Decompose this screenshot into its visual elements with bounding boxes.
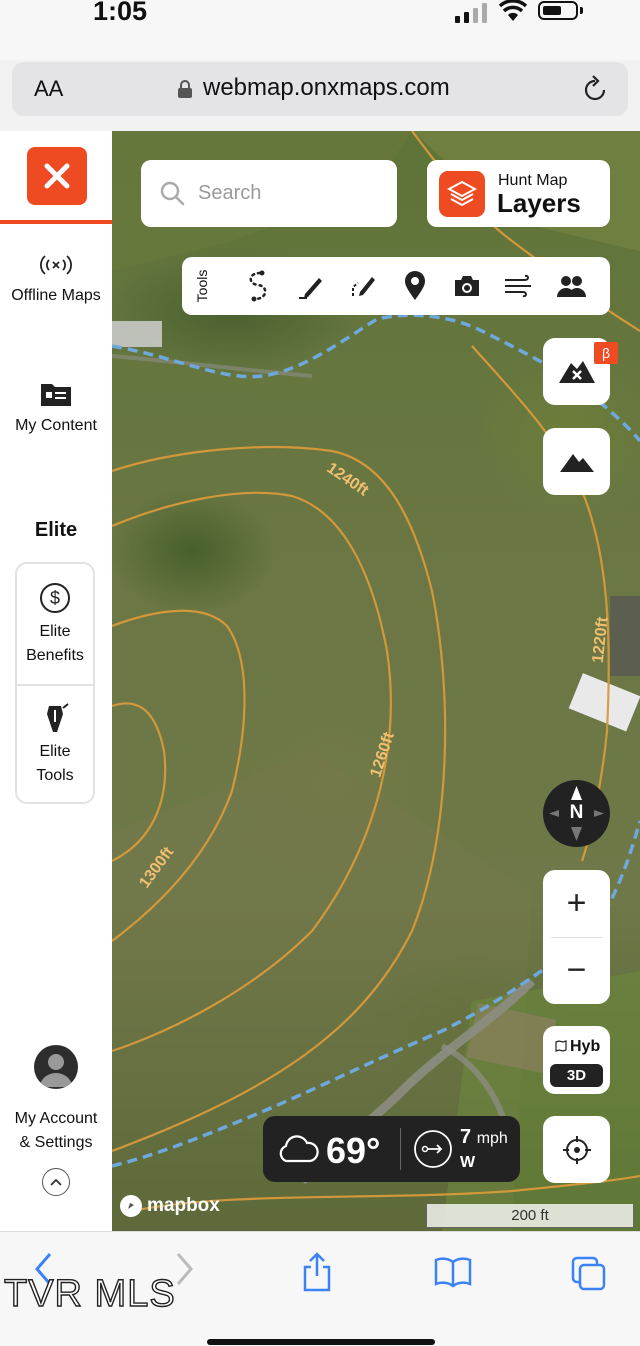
locate-me-button[interactable] <box>543 1116 610 1183</box>
layers-icon <box>439 171 485 217</box>
search-icon <box>160 181 185 206</box>
draw-area-button[interactable] <box>348 270 380 302</box>
map-pin-icon <box>405 271 425 300</box>
wind-direction: W <box>460 1154 476 1171</box>
search-input[interactable]: Search <box>141 160 397 227</box>
sidebar-item-label: My Content <box>15 417 97 434</box>
sidebar-item-label: My Account <box>14 1110 98 1127</box>
wifi-icon <box>498 0 528 21</box>
basemap-label: Hyb <box>570 1038 601 1055</box>
basemap-button[interactable]: Hyb 3D <box>543 1026 610 1094</box>
status-time: 1:05 <box>93 0 148 26</box>
sidebar-item-label: Elite <box>39 623 71 640</box>
tools-toolbar: Tools <box>182 257 610 315</box>
pencil-icon <box>299 278 322 299</box>
crosshair-icon <box>562 1135 591 1164</box>
sidebar-item-offline-maps[interactable]: Offline Maps <box>0 253 112 305</box>
map-icon <box>555 1040 567 1052</box>
wind-icon <box>505 274 531 298</box>
multitool-icon <box>47 703 69 732</box>
tabs-icon[interactable] <box>571 1256 607 1292</box>
beta-badge: β <box>594 342 618 364</box>
avatar[interactable] <box>34 1045 78 1089</box>
mountain-icon <box>559 453 594 472</box>
bookmarks-icon[interactable] <box>434 1256 472 1288</box>
weather-widget[interactable]: 69° 7 mph W <box>263 1116 520 1182</box>
terrain-button[interactable] <box>543 428 610 495</box>
route-icon <box>249 270 267 302</box>
cellular-signal-icon <box>455 3 487 23</box>
share-icon[interactable] <box>301 1252 333 1292</box>
zoom-out-button[interactable]: − <box>543 937 610 1004</box>
browser-toolbar: TVR MLS <box>0 1231 640 1346</box>
wind-speed: 7 mph <box>460 1126 508 1148</box>
tools-label: Tools <box>194 269 210 303</box>
draw-shape-icon <box>352 277 375 296</box>
expand-button[interactable] <box>42 1168 70 1196</box>
mapbox-icon <box>120 1195 142 1217</box>
sidebar-item-label: Tools <box>36 767 74 784</box>
sidebar-item-elite-benefits[interactable]: $ Elite Benefits <box>17 582 93 668</box>
address-bar[interactable]: AA webmap.onxmaps.com <box>12 62 628 116</box>
status-bar: 1:05 <box>0 0 640 60</box>
elite-section: $ Elite Benefits Elite Tools <box>15 562 95 804</box>
cloud-icon <box>279 1135 319 1163</box>
lock-icon <box>178 80 192 98</box>
route-tool-button[interactable] <box>242 270 274 302</box>
scale-bar: 200 ft <box>426 1204 634 1228</box>
draw-line-button[interactable] <box>295 270 327 302</box>
active-indicator <box>0 220 112 224</box>
home-indicator <box>207 1339 435 1345</box>
compass-button[interactable]: N <box>543 780 610 847</box>
sidebar-item-elite-tools[interactable]: Elite Tools <box>17 702 93 788</box>
sidebar: Offline Maps My Content Elite $ Elite Be… <box>0 131 112 1231</box>
search-placeholder: Search <box>198 182 262 204</box>
temperature: 69° <box>326 1130 381 1171</box>
layers-title: Layers <box>497 188 581 218</box>
waypoint-button[interactable] <box>399 270 431 302</box>
sidebar-item-label: Elite <box>39 743 71 760</box>
chevron-up-icon <box>50 1178 62 1186</box>
share-group-button[interactable] <box>555 270 587 302</box>
camera-icon <box>455 276 479 296</box>
close-button[interactable] <box>27 147 87 205</box>
forward-icon[interactable] <box>174 1252 194 1286</box>
close-icon <box>44 163 70 189</box>
sidebar-item-label: & Settings <box>19 1134 93 1151</box>
zoom-in-button[interactable]: + <box>543 870 610 937</box>
people-icon <box>557 276 586 297</box>
watermark: TVR MLS <box>3 1272 176 1315</box>
3d-toggle[interactable]: 3D <box>550 1064 603 1087</box>
layers-button[interactable]: Hunt Map Layers <box>427 160 610 227</box>
text-size-button[interactable]: AA <box>34 76 63 102</box>
battery-icon <box>538 1 578 20</box>
sidebar-item-label: Offline Maps <box>11 287 101 304</box>
wind-direction-icon <box>414 1130 452 1168</box>
sidebar-item-label: Benefits <box>26 647 84 664</box>
svg-text:$: $ <box>50 588 60 608</box>
compass-label: N <box>569 802 584 823</box>
sidebar-item-my-account[interactable]: My Account & Settings <box>0 1107 112 1155</box>
broadcast-icon <box>40 255 72 275</box>
mapbox-logo[interactable]: mapbox <box>120 1195 220 1217</box>
photo-button[interactable] <box>451 270 483 302</box>
elite-heading: Elite <box>34 519 78 541</box>
terrain-x-icon <box>558 360 595 383</box>
dollar-icon: $ <box>40 583 70 613</box>
wind-button[interactable] <box>503 270 535 302</box>
zoom-control: + − <box>543 870 610 1004</box>
folder-icon <box>41 384 71 406</box>
user-silhouette-icon <box>40 1054 72 1087</box>
reload-icon[interactable] <box>582 75 608 103</box>
url-text[interactable]: webmap.onxmaps.com <box>203 74 450 102</box>
sidebar-item-my-content[interactable]: My Content <box>0 381 112 435</box>
